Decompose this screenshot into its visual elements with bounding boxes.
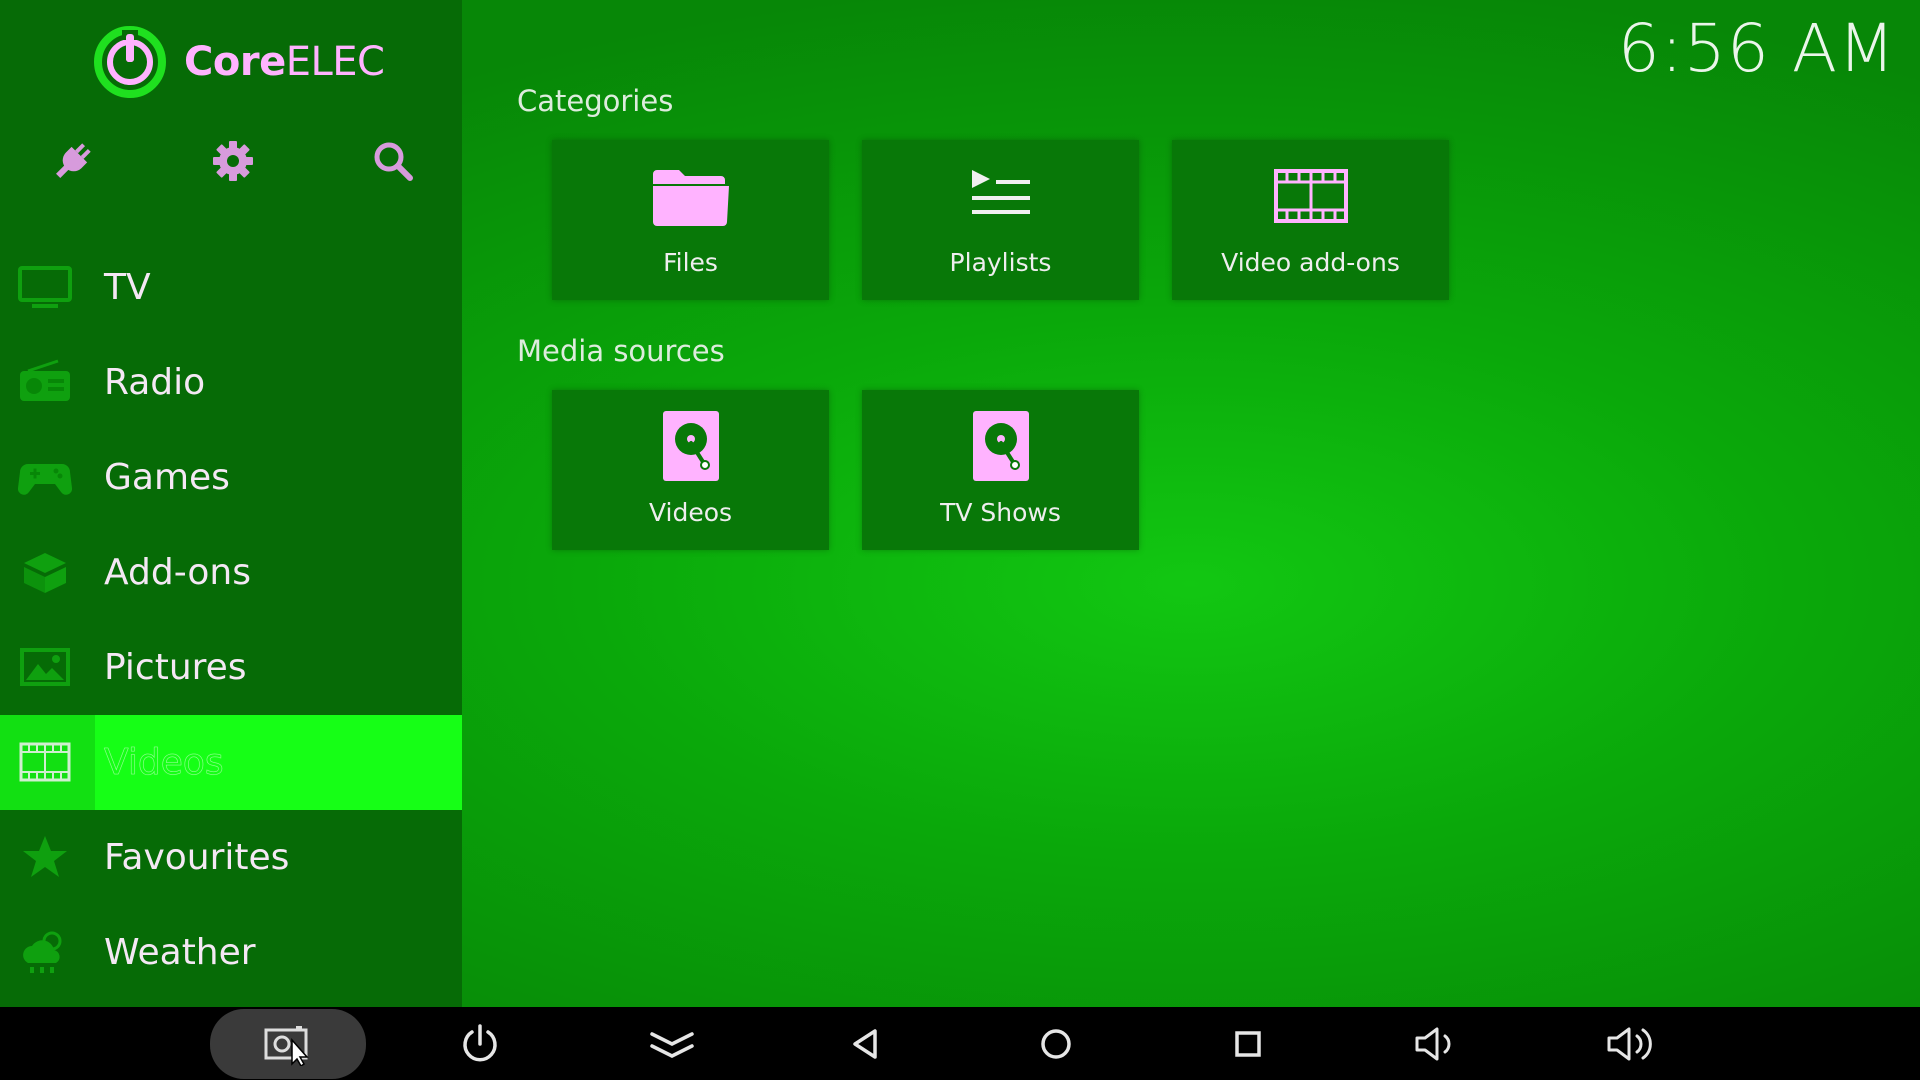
menu-item-videos[interactable]: Videos — [0, 715, 462, 810]
tv-icon — [18, 264, 72, 310]
playlist-icon — [862, 160, 1139, 232]
tile-label: Files — [663, 248, 718, 277]
android-navigation-bar — [0, 1007, 1920, 1080]
tile-playlists[interactable]: Playlists — [862, 140, 1139, 300]
star-icon — [18, 834, 72, 880]
volume-down-button[interactable] — [1388, 1007, 1488, 1080]
menu-item-label: Add-ons — [104, 552, 251, 593]
search-icon — [374, 142, 413, 181]
brand-prefix: Core — [184, 39, 286, 85]
film-icon — [1172, 160, 1449, 232]
tile-source-videos[interactable]: Videos — [552, 390, 829, 550]
search-button[interactable] — [368, 136, 418, 186]
brand-suffix: ELEC — [285, 39, 385, 85]
power-plug-icon — [56, 143, 91, 178]
radio-icon — [18, 359, 72, 405]
hard-drive-icon — [862, 410, 1139, 482]
sidebar: CoreELEC TV Radio Games Add-ons Pictures… — [0, 0, 462, 1007]
tile-source-tv-shows[interactable]: TV Shows — [862, 390, 1139, 550]
menu-item-label: Videos — [104, 742, 224, 784]
menu-item-tv[interactable]: TV — [0, 240, 462, 335]
section-title-categories: Categories — [517, 84, 674, 118]
menu-item-label: Games — [104, 457, 230, 498]
home-button[interactable] — [1006, 1007, 1106, 1080]
menu-item-weather[interactable]: Weather — [0, 905, 462, 1000]
back-triangle-icon — [853, 1028, 877, 1059]
screenshot-button[interactable] — [210, 1009, 366, 1079]
gamepad-icon — [18, 454, 72, 500]
power-icon — [463, 1023, 497, 1061]
tile-video-addons[interactable]: Video add-ons — [1172, 140, 1449, 300]
tile-label: Video add-ons — [1221, 248, 1400, 277]
recents-button[interactable] — [1198, 1007, 1298, 1080]
clock: 6:56 AM — [1617, 10, 1896, 87]
volume-up-button[interactable] — [1583, 1007, 1683, 1080]
section-title-media-sources: Media sources — [517, 334, 725, 368]
menu-item-label: Favourites — [104, 837, 290, 878]
tile-files[interactable]: Files — [552, 140, 829, 300]
screenshot-icon — [264, 1026, 309, 1066]
menu-item-radio[interactable]: Radio — [0, 335, 462, 430]
addons-box-icon — [18, 549, 72, 595]
settings-button[interactable] — [208, 136, 258, 186]
power-button[interactable] — [430, 1007, 530, 1080]
main-menu: TV Radio Games Add-ons Pictures Videos F… — [0, 240, 462, 1000]
hard-drive-icon — [552, 410, 829, 482]
tile-label: TV Shows — [940, 498, 1061, 527]
power-plug-button[interactable] — [48, 136, 98, 186]
chevron-double-down-icon — [650, 1031, 694, 1058]
brand-name: CoreELEC — [184, 39, 385, 85]
menu-item-pictures[interactable]: Pictures — [0, 620, 462, 715]
sidebar-top-icons — [0, 136, 462, 186]
menu-item-label: Pictures — [104, 647, 247, 688]
folder-icon — [552, 160, 829, 232]
menu-item-favourites[interactable]: Favourites — [0, 810, 462, 905]
tile-label: Playlists — [949, 248, 1052, 277]
notifications-collapse-button[interactable] — [622, 1007, 722, 1080]
gear-icon — [213, 141, 253, 181]
home-circle-icon — [1041, 1028, 1071, 1059]
recents-square-icon — [1235, 1030, 1261, 1057]
kodi-home-screen: CoreELEC TV Radio Games Add-ons Pictures… — [0, 0, 1920, 1007]
volume-down-icon — [1415, 1027, 1451, 1060]
menu-item-games[interactable]: Games — [0, 430, 462, 525]
corelec-power-logo-icon — [94, 26, 166, 98]
menu-item-label: Radio — [104, 362, 206, 403]
picture-icon — [18, 644, 72, 690]
menu-item-addons[interactable]: Add-ons — [0, 525, 462, 620]
volume-up-icon — [1607, 1027, 1652, 1060]
menu-item-label: TV — [104, 267, 151, 308]
menu-item-label: Weather — [104, 932, 256, 973]
film-icon — [18, 739, 72, 785]
back-button[interactable] — [815, 1007, 915, 1080]
weather-cloud-icon — [18, 929, 72, 975]
corelec-logo: CoreELEC — [92, 22, 385, 102]
tile-label: Videos — [648, 498, 733, 527]
